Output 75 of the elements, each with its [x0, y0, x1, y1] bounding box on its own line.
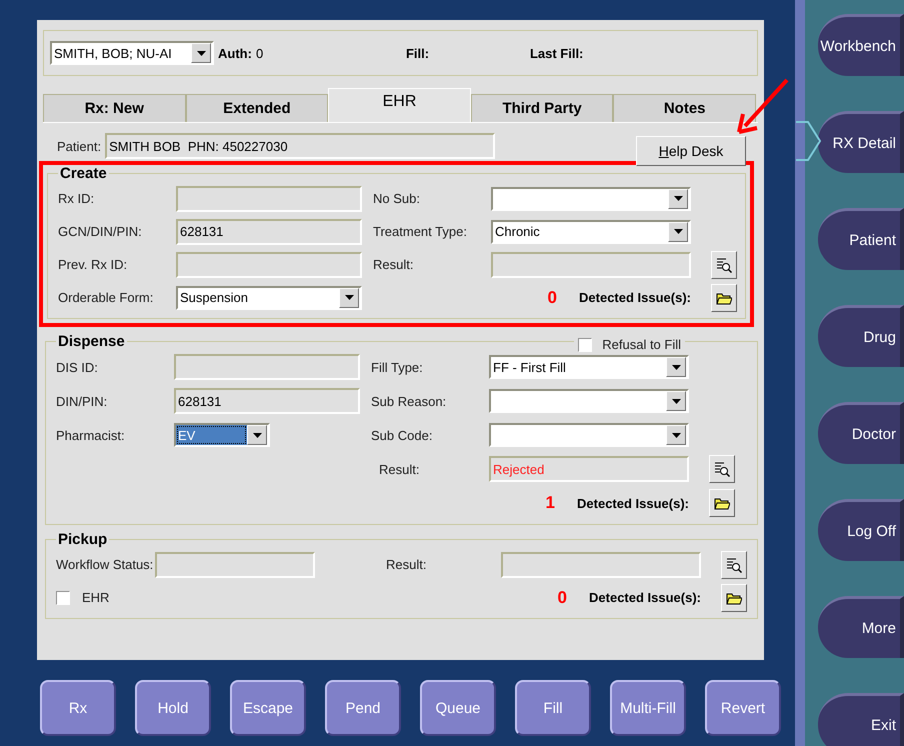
field-label: Sub Reason:	[371, 394, 448, 408]
auth-value: 0	[256, 46, 264, 60]
text-field[interactable]: 628131	[176, 218, 362, 244]
nav-button[interactable]: Drug	[818, 305, 904, 367]
text-field[interactable]: 628131	[174, 388, 360, 414]
search-icon[interactable]	[721, 550, 747, 578]
field-label: Treatment Type:	[373, 224, 468, 239]
text-field[interactable]	[174, 354, 360, 380]
patient-label: Patient:	[57, 138, 102, 154]
ehr-checkbox[interactable]	[56, 590, 70, 604]
field-label: Sub Code:	[371, 428, 434, 442]
issue-count: 0	[548, 288, 558, 308]
field-label: GCN/DIN/PIN:	[58, 224, 143, 239]
nav-button[interactable]: Workbench	[818, 14, 904, 76]
nav-button[interactable]: RX Detail	[818, 111, 904, 173]
section-title: Create	[59, 165, 108, 182]
nav-button[interactable]: More	[818, 596, 904, 658]
action-button[interactable]: Multi-Fill	[610, 680, 686, 736]
auth-label: Auth:	[218, 46, 252, 60]
issue-count: 0	[558, 588, 568, 608]
patient-dropdown[interactable]: SMITH, BOB; NU-AI	[50, 41, 214, 65]
nav-button[interactable]: Doctor	[818, 402, 904, 464]
field-label: Pharmacist:	[56, 428, 126, 442]
tab[interactable]: Rx: New	[43, 94, 186, 122]
field-label: No Sub:	[373, 191, 421, 206]
nav-button[interactable]: Exit	[818, 693, 904, 746]
issue-count: 1	[546, 493, 556, 513]
section-title: Pickup	[57, 531, 108, 548]
field-label: DIN/PIN:	[56, 394, 108, 408]
dropdown[interactable]: Chronic	[491, 220, 691, 244]
text-field[interactable]	[155, 552, 316, 578]
text-field[interactable]	[176, 186, 362, 212]
patient-field: SMITH BOB PHN: 450227030	[105, 133, 496, 159]
action-button[interactable]: Pend	[325, 680, 401, 736]
action-button[interactable]: Hold	[135, 680, 211, 736]
checkbox-label: EHR	[82, 590, 110, 605]
tab[interactable]: Extended	[186, 94, 328, 122]
tab[interactable]: Notes	[613, 94, 756, 122]
action-button[interactable]: Fill	[515, 680, 591, 736]
tab[interactable]: EHR	[328, 88, 471, 122]
issues-label: Detected Issue(s):	[577, 496, 689, 510]
field-label: Result:	[373, 257, 414, 272]
fill-label: Fill:	[406, 46, 430, 60]
field-label: Result:	[386, 557, 428, 572]
field-label: Orderable Form:	[58, 290, 154, 305]
field-label: DIS ID:	[56, 360, 99, 374]
dropdown[interactable]: EV	[174, 423, 270, 447]
search-icon[interactable]	[709, 455, 735, 483]
text-field[interactable]	[176, 252, 362, 278]
field-label: Fill Type:	[371, 360, 424, 374]
issues-label: Detected Issue(s):	[579, 290, 691, 305]
action-button[interactable]: Queue	[420, 680, 496, 736]
refusal-checkbox[interactable]	[578, 338, 592, 352]
field-label: Prev. Rx ID:	[58, 257, 128, 272]
field-label: Rx ID:	[58, 191, 96, 206]
tab[interactable]: Third Party	[470, 94, 614, 122]
issues-label: Detected Issue(s):	[589, 590, 701, 605]
folder-icon[interactable]	[709, 489, 735, 517]
result-field: Rejected	[489, 456, 689, 482]
section-title: Dispense	[57, 333, 126, 350]
dropdown[interactable]: FF - First Fill	[489, 355, 689, 379]
search-icon[interactable]	[711, 250, 737, 278]
nav-button[interactable]: Log Off	[818, 499, 904, 561]
folder-icon[interactable]	[711, 284, 737, 312]
field-label: Result:	[378, 462, 420, 476]
checkbox-label: Refusal to Fill	[602, 337, 681, 352]
dropdown[interactable]: Suspension	[176, 286, 362, 310]
nav-button[interactable]: Patient	[818, 208, 904, 270]
action-button[interactable]: Escape	[230, 680, 306, 736]
field-label: Workflow Status:	[56, 557, 154, 572]
last-fill-label: Last Fill:	[530, 46, 584, 60]
action-button[interactable]: Rx	[40, 680, 116, 736]
action-button[interactable]: Revert	[705, 680, 781, 736]
folder-icon[interactable]	[721, 584, 747, 612]
help-desk-button[interactable]: Help Desk	[636, 136, 746, 166]
